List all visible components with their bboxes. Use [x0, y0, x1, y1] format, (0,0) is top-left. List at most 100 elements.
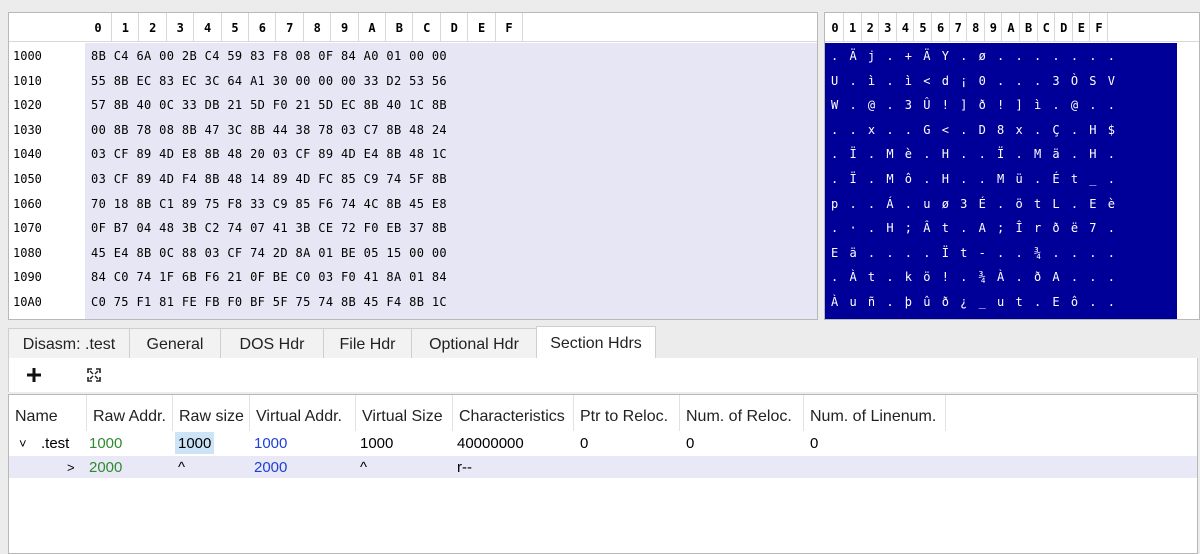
plus-icon — [27, 368, 41, 382]
ascii-row-text[interactable]: E ä . . . . Ï t - . . ¾ . . . . — [831, 241, 1117, 266]
ascii-row-text[interactable]: . . x . . G < . D 8 x . Ç . H $ — [831, 118, 1117, 143]
table-row[interactable]: ˅ .test 1000 1000 1000 1000 40000000 0 0… — [9, 432, 1197, 454]
hex-row-bytes[interactable]: 84 C0 74 1F 6B F6 21 0F BE C0 03 F0 41 8… — [91, 265, 447, 290]
collapse-chevron-icon[interactable]: ˅ — [19, 432, 27, 454]
header-virtual-size[interactable]: Virtual Size — [356, 395, 453, 431]
hex-column-label: 7 — [277, 13, 304, 41]
header-num-of-reloc[interactable]: Num. of Reloc. — [680, 395, 804, 431]
hex-row-bytes[interactable]: 03 CF 89 4D F4 8B 48 14 89 4D FC 85 C9 7… — [91, 167, 447, 192]
hex-row-address: 1090 — [13, 270, 42, 285]
ascii-column-header: 0123456789ABCDEF — [825, 13, 1199, 42]
hex-column-label: 0 — [85, 13, 112, 41]
ascii-column-label: 1 — [845, 13, 862, 41]
virtual-addr-cell[interactable]: 1000 — [254, 432, 287, 454]
ascii-dump-panel[interactable]: 0123456789ABCDEF . Ä j . + Ä Y . ø . . .… — [824, 12, 1200, 320]
ascii-column-label: E — [1073, 13, 1091, 41]
ascii-column-label: 3 — [880, 13, 897, 41]
tab-section-hdrs[interactable]: Section Hdrs — [536, 326, 656, 360]
table-row[interactable]: > 2000 ^ 2000 ^ r-- — [9, 456, 1197, 478]
characteristics-cell[interactable]: r-- — [457, 456, 472, 478]
ascii-column-label: A — [1003, 13, 1020, 41]
num-of-linenum-cell[interactable]: 0 — [810, 432, 818, 454]
hex-row-bytes[interactable]: 55 8B EC 83 EC 3C 64 A1 30 00 00 00 33 D… — [91, 69, 447, 94]
hex-row-address: 1010 — [13, 73, 42, 88]
hex-row-address: 10A0 — [13, 295, 42, 309]
tab-general[interactable]: General — [129, 328, 221, 358]
ascii-column-label: 2 — [862, 13, 880, 41]
raw-addr-cell[interactable]: 1000 — [89, 432, 122, 454]
hex-row-address: 1070 — [13, 221, 42, 236]
header-name[interactable]: Name — [9, 395, 87, 431]
ascii-column-label: 6 — [933, 13, 950, 41]
header-characteristics[interactable]: Characteristics — [453, 395, 574, 431]
ascii-row-text[interactable]: W . @ . 3 Û ! ] ð ! ] ì . @ . . — [831, 93, 1117, 118]
ascii-row-text[interactable]: p . . Á . u ø 3 É . ö t L . E è — [831, 192, 1117, 217]
virtual-size-cell[interactable]: ^ — [360, 456, 367, 478]
hex-column-header: 0123456789ABCDEF — [9, 13, 817, 42]
raw-size-cell[interactable]: 1000 — [175, 432, 215, 454]
ascii-row-text[interactable]: À u ñ . þ û ð ¿ _ u t . E ô . . — [831, 290, 1117, 315]
ascii-column-label: 7 — [950, 13, 968, 41]
hex-row-bytes[interactable]: 03 CF 89 4D E8 8B 48 20 03 CF 89 4D E4 8… — [91, 142, 447, 167]
add-section-button[interactable] — [21, 362, 47, 388]
header-num-of-linenum[interactable]: Num. of Linenum. — [804, 395, 946, 431]
hex-row-bytes[interactable]: 0F B7 04 48 3B C2 74 07 41 3B CE 72 F0 E… — [91, 216, 447, 241]
tab-file-hdr[interactable]: File Hdr — [323, 328, 412, 358]
hex-row-address: 1050 — [13, 172, 42, 186]
section-name: .test — [41, 435, 70, 452]
hex-column-label: E — [469, 13, 496, 41]
tab-optional-hdr[interactable]: Optional Hdr — [411, 328, 537, 358]
hex-column-label: 1 — [112, 13, 140, 41]
ptr-to-reloc-cell[interactable]: 0 — [580, 432, 588, 454]
ascii-column-label: 0 — [827, 13, 844, 41]
ascii-row-text[interactable]: . Ä j . + Ä Y . ø . . . . . . . — [831, 44, 1117, 69]
ascii-row-text[interactable]: . Ï . M ô . H . . M ü . É t _ . — [831, 167, 1117, 192]
hex-column-label: 2 — [140, 13, 167, 41]
num-of-reloc-cell[interactable]: 0 — [686, 432, 694, 454]
ascii-scrollbar[interactable] — [1177, 43, 1199, 319]
hex-dump-panel[interactable]: 0123456789ABCDEF 1000 8B C4 6A 00 2B C4 5… — [8, 12, 818, 320]
hex-row-bytes[interactable]: C0 75 F1 81 FE FB F0 BF 5F 75 74 8B 45 F… — [91, 290, 447, 315]
tab-dos-hdr[interactable]: DOS Hdr — [220, 328, 324, 358]
raw-addr-cell[interactable]: 2000 — [89, 456, 122, 478]
virtual-size-cell[interactable]: 1000 — [360, 432, 393, 454]
hex-column-label: C — [414, 13, 441, 41]
hex-row-bytes[interactable]: 57 8B 40 0C 33 DB 21 5D F0 21 5D EC 8B 4… — [91, 93, 447, 118]
hex-column-label: 8 — [304, 13, 332, 41]
header-raw-addr[interactable]: Raw Addr. — [87, 395, 173, 431]
hex-row-bytes[interactable]: 8B C4 6A 00 2B C4 59 83 F8 08 0F 84 A0 0… — [91, 44, 447, 69]
ascii-row-text[interactable]: U . ì . ì < d ¡ 0 . . . 3 Ò S V — [831, 69, 1117, 94]
table-header: Name Raw Addr. Raw size Virtual Addr. Vi… — [9, 395, 1197, 431]
hex-row-address: 1000 — [13, 49, 42, 63]
characteristics-cell[interactable]: 40000000 — [457, 432, 524, 454]
ascii-column-label: B — [1021, 13, 1038, 41]
fit-columns-icon — [87, 368, 101, 382]
section-headers-table[interactable]: Name Raw Addr. Raw size Virtual Addr. Vi… — [8, 394, 1198, 554]
tab-disasm-test[interactable]: Disasm: .test — [8, 328, 130, 358]
header-raw-size[interactable]: Raw size — [173, 395, 250, 431]
tab-bar: Disasm: .test General DOS Hdr File Hdr O… — [8, 326, 1198, 360]
hex-column-label: 9 — [332, 13, 359, 41]
hex-row-address: 1020 — [13, 98, 42, 113]
hex-row-bytes[interactable]: 45 E4 8B 0C 88 03 CF 74 2D 8A 01 BE 05 1… — [91, 241, 447, 266]
ascii-row-text[interactable]: . · . H ; Â t . A ; Î r ð ë 7 . — [831, 216, 1117, 241]
ascii-column-label: 8 — [968, 13, 985, 41]
hex-column-label: F — [496, 13, 523, 41]
ascii-column-label: D — [1056, 13, 1073, 41]
header-virtual-addr[interactable]: Virtual Addr. — [250, 395, 356, 431]
hex-row-bytes[interactable]: 70 18 8B C1 89 75 F8 33 C9 85 F6 74 4C 8… — [91, 192, 447, 217]
header-ptr-to-reloc[interactable]: Ptr to Reloc. — [574, 395, 680, 431]
ascii-column-label: C — [1038, 13, 1056, 41]
hex-column-label: 6 — [249, 13, 277, 41]
fit-columns-button[interactable] — [81, 362, 107, 388]
ascii-column-label: F — [1091, 13, 1108, 41]
ascii-row-text[interactable]: . À t . k ö ! . ¾ À . ð A . . . — [831, 265, 1117, 290]
expand-chevron-icon[interactable]: > — [67, 456, 75, 478]
hex-column-label: 3 — [167, 13, 195, 41]
section-toolbar — [8, 358, 1198, 392]
virtual-addr-cell[interactable]: 2000 — [254, 456, 287, 478]
ascii-row-text[interactable]: . Ï . M è . H . . Ï . M ä . H . — [831, 142, 1117, 167]
ascii-column-label: 9 — [985, 13, 1003, 41]
hex-row-bytes[interactable]: 00 8B 78 08 8B 47 3C 8B 44 38 78 03 C7 8… — [91, 118, 447, 143]
raw-size-cell[interactable]: ^ — [178, 456, 185, 478]
